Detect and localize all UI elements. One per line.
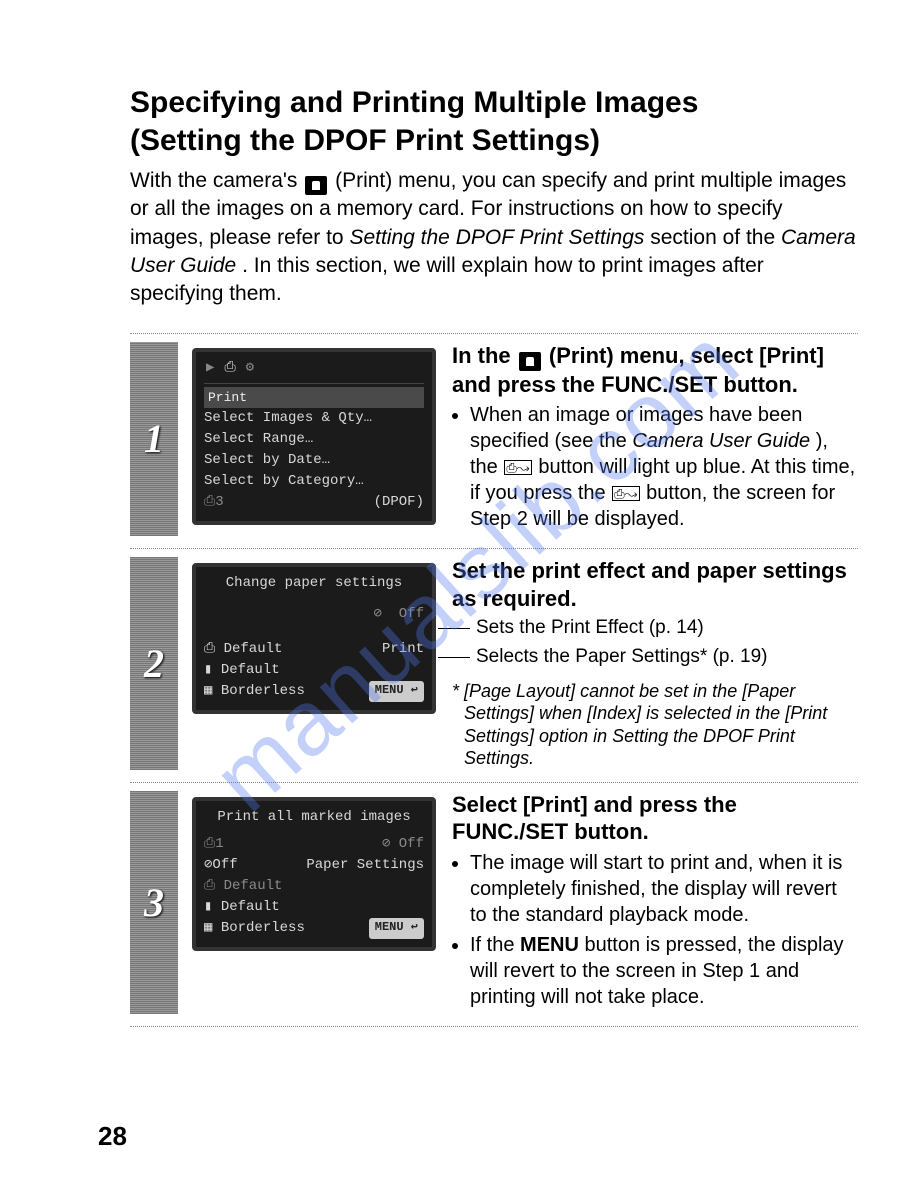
lcd-line: Select Images & Qty… [204,408,424,429]
page-number: 28 [98,1121,127,1152]
step-number: 2 [130,557,178,769]
callouts: Sets the Print Effect (p. 14) Selects th… [452,616,858,669]
callout-text: Sets the Print Effect (p. 14) [476,616,704,641]
bullet-text: If the [470,934,520,956]
lcd-cell: ⊘Off [204,855,238,876]
bullet-bold: MENU [520,934,579,956]
print-icon [519,352,541,371]
lcd-cell: ⎙ Default [204,876,282,897]
step-number: 3 [130,791,178,1014]
page-title: Specifying and Printing Multiple Images … [130,84,858,159]
lcd-cell: ▮ Default [204,660,280,681]
footnote: * [Page Layout] cannot be set in the [Pa… [452,680,858,770]
lcd-line: Select by Date… [204,450,424,471]
lcd-bottom-left: ⎙3 [204,492,224,513]
intro-italic: Setting the DPOF Print Settings [349,226,644,249]
print-easy-icon: ⎙↝ [612,486,639,501]
lcd-tab: ⎙ [224,358,235,379]
step-1: 1 ▶ ⎙ ⚙ Print Select Images & Qty… Selec… [130,333,858,549]
print-icon [305,176,327,195]
step-text: Set the print effect and paper settings … [446,557,858,769]
step-heading: Set the print effect and paper settings … [452,557,858,612]
intro-text: section of the [650,226,781,249]
lcd-cell: ▦ Borderless [204,918,305,939]
lcd-cell: ▮ Default [204,897,280,918]
lcd-title: Change paper settings [204,573,424,594]
lcd-tab: ⚙ [246,358,254,379]
bullet-item: When an image or images have been specif… [470,402,858,532]
print-easy-icon: ⎙↝ [504,460,531,475]
lcd-cell: ⊘ [374,606,382,622]
bullet-item: If the MENU button is pressed, the displ… [470,932,858,1010]
lcd-header: Print [204,387,424,409]
lcd-line: Select Range… [204,429,424,450]
lcd-cell: ▦ Borderless [204,681,305,702]
intro-text: With the camera's [130,169,303,192]
lcd-cell: ⎙1 [204,834,224,855]
lcd-screenshot: ▶ ⎙ ⚙ Print Select Images & Qty… Select … [178,342,446,537]
title-line-1: Specifying and Printing Multiple Images [130,86,698,119]
lcd-bottom-right: (DPOF) [374,492,424,513]
heading-text: In the [452,343,517,368]
step-text: Select [Print] and press the FUNC./SET b… [446,791,858,1014]
step-heading: In the (Print) menu, select [Print] and … [452,342,858,399]
bullet-item: The image will start to print and, when … [470,850,858,928]
lcd-cell: Paper Settings [306,855,424,876]
intro-paragraph: With the camera's (Print) menu, you can … [130,167,858,309]
title-line-2: (Setting the DPOF Print Settings) [130,124,600,157]
lcd-cell: Off [399,606,424,622]
lcd-menu-badge: MENU ↩ [369,681,424,702]
lcd-cell: Print [382,639,424,660]
step-text: In the (Print) menu, select [Print] and … [446,342,858,537]
step-number: 1 [130,342,178,537]
step-2: 2 Change paper settings ⊘ Off ⎙ Default P… [130,548,858,781]
steps-container: 1 ▶ ⎙ ⚙ Print Select Images & Qty… Selec… [130,333,858,1027]
lcd-screenshot: Print all marked images ⎙1 ⊘ Off ⊘Off Pape… [178,791,446,1014]
step-heading: Select [Print] and press the FUNC./SET b… [452,791,858,846]
lcd-menu-badge: MENU ↩ [369,918,424,939]
bullet-italic: Camera User Guide [632,430,810,452]
lcd-tab: ▶ [206,358,214,379]
step-3: 3 Print all marked images ⎙1 ⊘ Off ⊘Off Pa… [130,782,858,1027]
lcd-cell: ⎙ Default [204,639,282,660]
lcd-screenshot: Change paper settings ⊘ Off ⎙ Default Pri… [178,557,446,769]
lcd-line: Select by Category… [204,471,424,492]
lcd-cell: ⊘ Off [382,834,424,855]
lcd-title: Print all marked images [204,807,424,828]
callout-text: Selects the Paper Settings* (p. 19) [476,645,768,670]
